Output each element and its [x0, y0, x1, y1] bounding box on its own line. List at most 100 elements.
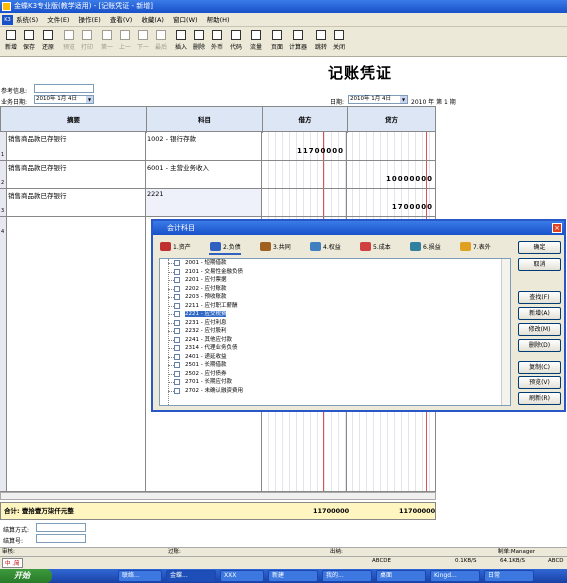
account-cell[interactable]: 1002 - 银行存款 [146, 132, 262, 160]
next-button[interactable]: 下一 [136, 29, 150, 55]
refresh-button[interactable]: 刷新(R) [518, 392, 561, 405]
prev-button[interactable]: 上一 [118, 29, 132, 55]
list-item[interactable]: 2101 - 交易性金融负债 [160, 268, 510, 277]
tab-common[interactable]: 3.共同 [259, 240, 291, 255]
debit-cell[interactable]: 11700000 [262, 132, 347, 160]
calculator-button[interactable]: 计算器 [288, 29, 308, 55]
menu-operation[interactable]: 操作(E) [79, 16, 101, 24]
list-item[interactable]: 2314 - 代理业务负债 [160, 344, 510, 353]
credit-cell[interactable] [347, 132, 436, 160]
list-item[interactable]: 2211 - 应付职工薪酬 [160, 302, 510, 311]
taskbar-item[interactable]: 我的... [322, 570, 372, 582]
list-item[interactable]: 2241 - 其他应付款 [160, 336, 510, 345]
print-button[interactable]: 打印 [80, 29, 94, 55]
list-item[interactable]: 2201 - 应付票据 [160, 276, 510, 285]
page-button[interactable]: 页面 [270, 29, 284, 55]
account-tree[interactable]: 2001 - 短期借款 2101 - 交易性金融负债 2201 - 应付票据 2… [159, 258, 511, 406]
biz-date-picker[interactable]: 2010年 1月 4日 ▼ [34, 95, 94, 104]
list-item[interactable]: 2231 - 应付利息 [160, 319, 510, 328]
insert-button[interactable]: 插入 [174, 29, 188, 55]
table-row[interactable]: 1 销售商品款已存银行 1002 - 银行存款 11700000 [0, 132, 436, 161]
menu-help[interactable]: 帮助(H) [207, 16, 230, 24]
start-button[interactable]: 开始 [0, 569, 52, 583]
copy-button[interactable]: 复制(C) [518, 361, 561, 374]
menu-view[interactable]: 查看(V) [110, 16, 133, 24]
dialog-close-icon[interactable]: × [552, 223, 562, 233]
new-button[interactable]: 新增 [4, 29, 18, 55]
settle-method-input[interactable] [36, 523, 86, 532]
table-row[interactable]: 3 销售商品款已存银行 2221 1700000 [0, 189, 436, 217]
list-item[interactable]: 2502 - 应付债券 [160, 370, 510, 379]
jump-button[interactable]: 跳转 [314, 29, 328, 55]
menu-file[interactable]: 文件(E) [47, 16, 69, 24]
dropdown-arrow-icon[interactable]: ▼ [400, 96, 407, 103]
debit-cell[interactable] [262, 189, 347, 216]
add-button[interactable]: 新增(A) [518, 307, 561, 320]
account-icon [174, 294, 180, 300]
ime-indicator[interactable]: 中 ,简 [2, 558, 23, 568]
summary-cell[interactable] [7, 217, 146, 491]
table-row[interactable]: 2 销售商品款已存银行 6001 - 主营业务收入 10000000 [0, 161, 436, 189]
modify-button[interactable]: 修改(M) [518, 323, 561, 336]
tab-cost[interactable]: 5.成本 [359, 240, 391, 255]
dropdown-arrow-icon[interactable]: ▼ [86, 96, 93, 103]
delete-button[interactable]: 删除(D) [518, 339, 561, 352]
cancel-button[interactable]: 取消 [518, 258, 561, 271]
menu-favorites[interactable]: 收藏(A) [141, 16, 164, 24]
summary-cell[interactable]: 销售商品款已存银行 [7, 161, 146, 188]
account-cell[interactable]: 6001 - 主营业务收入 [146, 161, 262, 188]
ref-input[interactable] [34, 84, 94, 93]
cashflow-button[interactable]: 流量 [249, 29, 263, 55]
tab-assets[interactable]: 1.资产 [159, 240, 191, 255]
tab-equity[interactable]: 4.权益 [309, 240, 341, 255]
preview-button[interactable]: 预览 [62, 29, 76, 55]
menu-window[interactable]: 窗口(W) [173, 16, 198, 24]
taskbar-item[interactable]: 金蝶... [166, 570, 216, 582]
list-item[interactable]: 2701 - 长期应付款 [160, 378, 510, 387]
list-item[interactable]: 2202 - 应付账款 [160, 285, 510, 294]
list-item[interactable]: 2203 - 预收账款 [160, 293, 510, 302]
foreign-currency-button[interactable]: 外币 [210, 29, 224, 55]
restore-button[interactable]: 还原 [40, 29, 56, 55]
account-cell[interactable]: 2221 [146, 189, 262, 216]
taskbar-item[interactable]: Kingd... [430, 570, 480, 582]
tab-profit-loss[interactable]: 6.损益 [409, 240, 441, 255]
preview-button[interactable]: 预览(V) [518, 376, 561, 389]
tab-liabilities[interactable]: 2.负债 [209, 240, 241, 255]
horizontal-scrollbar[interactable] [0, 492, 436, 500]
new-icon [6, 30, 16, 40]
settle-no-input[interactable] [36, 534, 86, 543]
list-item-selected[interactable]: 2221 - 应交税费 [160, 310, 510, 319]
summary-cell[interactable]: 销售商品款已存银行 [7, 189, 146, 216]
list-item[interactable]: 2401 - 递延收益 [160, 353, 510, 362]
first-button[interactable]: 第一 [100, 29, 114, 55]
taskbar-item[interactable]: 联络... [118, 570, 162, 582]
next-icon [138, 30, 148, 40]
taskbar-item[interactable]: XXX [220, 570, 264, 582]
debit-cell[interactable] [262, 161, 347, 188]
taskbar-item[interactable]: 新建 [268, 570, 318, 582]
menu-system[interactable]: 系统(S) [16, 16, 38, 24]
credit-cell[interactable]: 10000000 [347, 161, 436, 188]
list-item[interactable]: 2001 - 短期借款 [160, 259, 510, 268]
code-button[interactable]: 代码 [229, 29, 243, 55]
close-button[interactable]: 关闭 [332, 29, 346, 55]
tab-off-balance[interactable]: 7.表外 [459, 240, 491, 255]
date-picker[interactable]: 2010年 1月 4日 ▼ [348, 95, 408, 104]
taskbar-item[interactable]: 日常 [484, 570, 534, 582]
list-item[interactable]: 2501 - 长期借款 [160, 361, 510, 370]
window-titlebar[interactable]: 金蝶K3专业版(教学适用) - [记账凭证 - 新增] [0, 0, 567, 13]
dialog-titlebar[interactable]: 会计科目 × [153, 221, 564, 235]
vertical-scrollbar[interactable] [501, 259, 510, 405]
list-item[interactable]: 2232 - 应付股利 [160, 327, 510, 336]
credit-cell[interactable]: 1700000 [347, 189, 436, 216]
delete-button[interactable]: 删除 [192, 29, 206, 55]
code-icon [231, 30, 241, 40]
taskbar-item[interactable]: 桌面 [376, 570, 426, 582]
list-item[interactable]: 2702 - 未确认融资费用 [160, 387, 510, 396]
save-button[interactable]: 保存 [22, 29, 36, 55]
find-button[interactable]: 查找(F) [518, 291, 561, 304]
ok-button[interactable]: 确定 [518, 241, 561, 254]
summary-cell[interactable]: 销售商品款已存银行 [7, 132, 146, 160]
last-button[interactable]: 最后 [154, 29, 168, 55]
